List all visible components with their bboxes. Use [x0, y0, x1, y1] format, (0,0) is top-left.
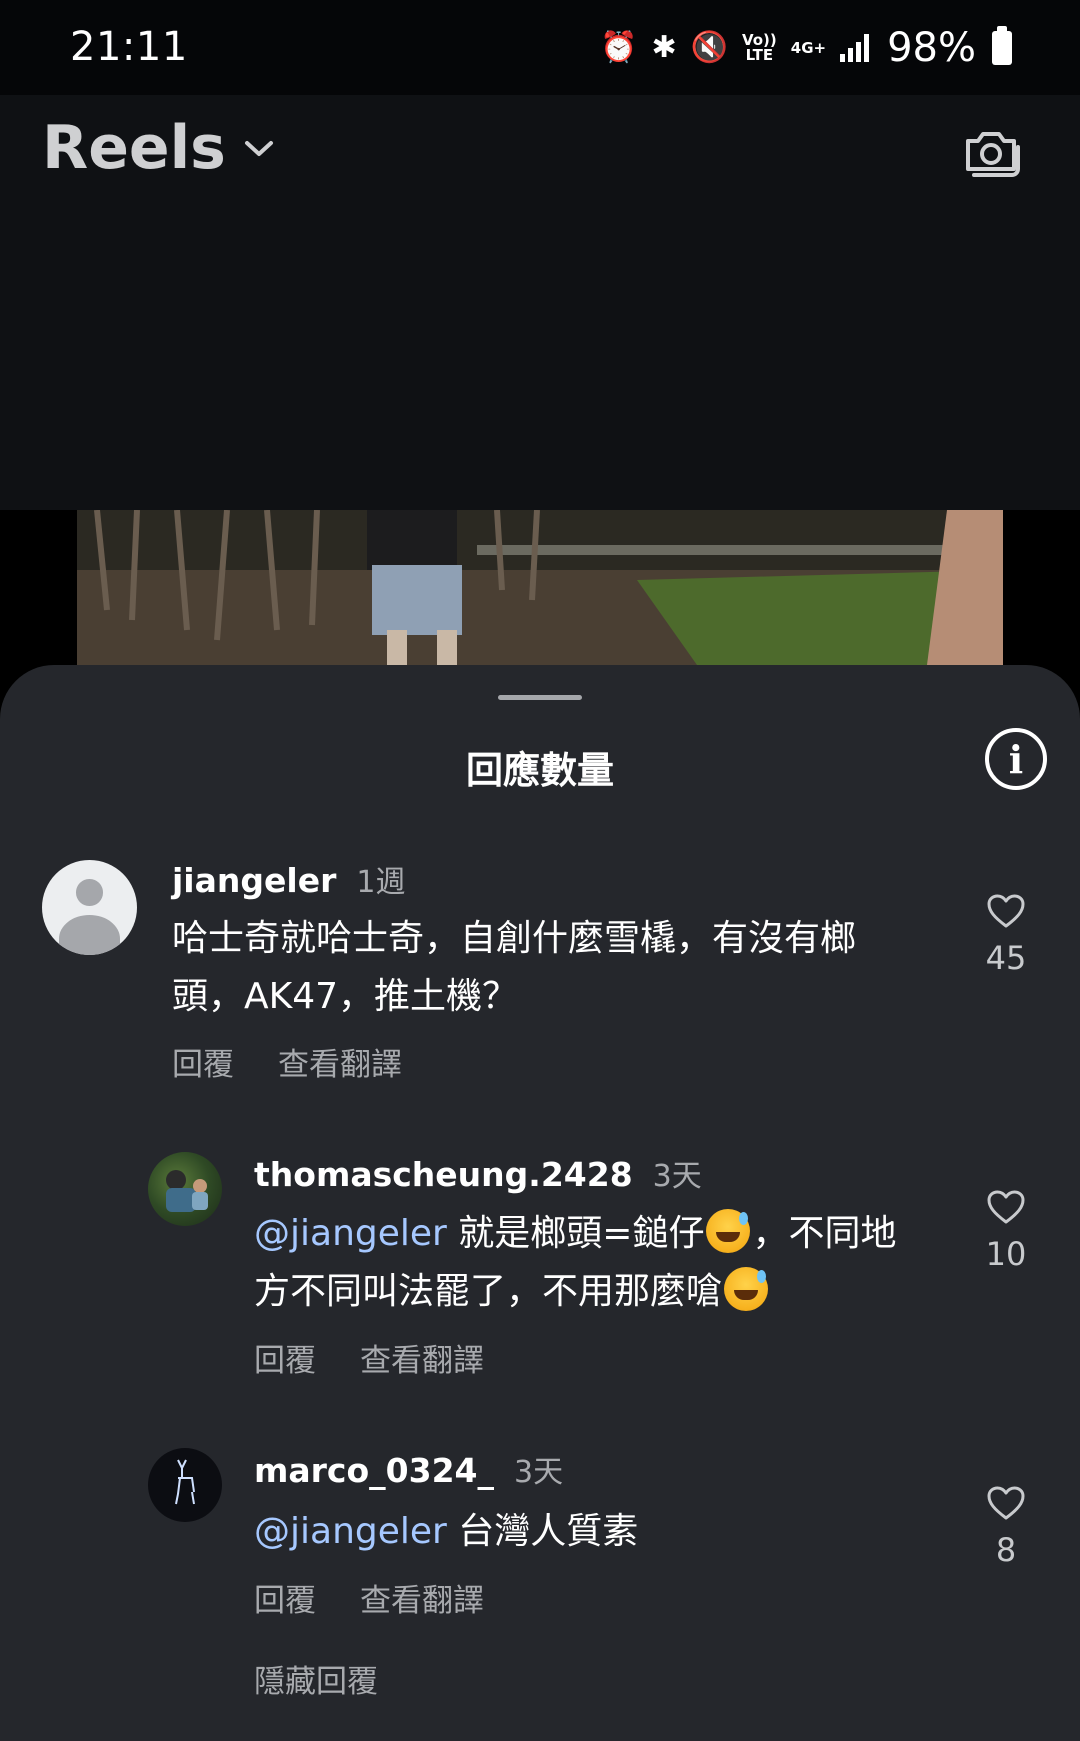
- chevron-down-icon: [244, 129, 274, 167]
- like-count: 45: [985, 939, 1027, 977]
- comment-meta: marco_0324_ 3天: [254, 1447, 563, 1491]
- comment-time: 1週: [356, 865, 406, 900]
- comment-text: @jiangeler 就是榔頭=鎚仔 ，不同地方不同叫法罷了，不用那麼嗆: [254, 1205, 914, 1321]
- comment-time: 3天: [652, 1159, 702, 1194]
- sheet-title: 回應數量: [466, 749, 614, 792]
- comments-sheet: 回應數量 i jiangeler 1週 哈士奇就哈士奇，自創什麼雪橇，有沒有榔頭…: [0, 665, 1080, 1741]
- like-count: 8: [995, 1531, 1017, 1569]
- alarm-icon: ⏰: [600, 30, 638, 65]
- video-scene: [77, 510, 1003, 665]
- info-icon[interactable]: i: [985, 728, 1047, 790]
- reply-button[interactable]: 回覆: [254, 1335, 316, 1380]
- avatar[interactable]: [148, 1448, 222, 1522]
- hide-replies-button[interactable]: 隱藏回覆: [254, 1656, 378, 1701]
- bluetooth-icon: ✱: [651, 30, 677, 65]
- see-translation-button[interactable]: 查看翻譯: [360, 1575, 484, 1620]
- video-preview[interactable]: [0, 510, 1080, 665]
- sweat-smile-emoji: [706, 1209, 751, 1253]
- see-translation-button[interactable]: 查看翻譯: [278, 1039, 402, 1084]
- reply-button[interactable]: 回覆: [172, 1039, 234, 1084]
- comment-meta: thomascheung.2428 3天: [254, 1151, 702, 1195]
- reels-header: Reels: [0, 95, 1080, 510]
- reels-title: Reels: [42, 113, 226, 183]
- heart-icon: [987, 1486, 1025, 1520]
- comment-username[interactable]: marco_0324_: [254, 1451, 494, 1490]
- comment-actions: 回覆 查看翻譯: [172, 1039, 402, 1084]
- comment-actions: 回覆 查看翻譯: [254, 1575, 484, 1620]
- status-icons: ⏰ ✱ 🔇 Vo)) LTE 4G+ 98%: [600, 24, 1012, 72]
- comment-actions: 回覆 查看翻譯: [254, 1335, 484, 1380]
- status-bar: 21:11 ⏰ ✱ 🔇 Vo)) LTE 4G+ 98%: [0, 0, 1080, 95]
- mute-icon: 🔇: [690, 30, 728, 65]
- sheet-drag-handle[interactable]: [498, 695, 582, 700]
- avatar[interactable]: [42, 860, 137, 955]
- comment-username[interactable]: jiangeler: [172, 861, 336, 900]
- like-button[interactable]: 10: [976, 1189, 1036, 1273]
- signal-icon: [840, 34, 870, 62]
- volte-icon: Vo)) LTE: [741, 31, 777, 64]
- comment-time: 3天: [514, 1455, 564, 1490]
- network-type-icon: 4G+: [790, 38, 827, 57]
- battery-percent: 98%: [887, 25, 976, 71]
- reply-button[interactable]: 回覆: [254, 1575, 316, 1620]
- comment-text: 哈士奇就哈士奇，自創什麼雪橇，有沒有榔頭，AK47，推土機？: [172, 918, 857, 1017]
- comment-username[interactable]: thomascheung.2428: [254, 1155, 633, 1194]
- reels-title-dropdown[interactable]: Reels: [42, 113, 274, 183]
- mention-link[interactable]: @jiangeler: [254, 1213, 447, 1254]
- heart-icon: [987, 894, 1025, 928]
- like-button[interactable]: 8: [976, 1485, 1036, 1569]
- mention-link[interactable]: @jiangeler: [254, 1511, 447, 1552]
- camera-icon[interactable]: [960, 121, 1022, 183]
- heart-icon: [987, 1190, 1025, 1224]
- avatar[interactable]: [148, 1152, 222, 1226]
- comment-text: @jiangeler 台灣人質素: [254, 1511, 639, 1552]
- video-frame: [77, 510, 1003, 665]
- see-translation-button[interactable]: 查看翻譯: [360, 1335, 484, 1380]
- like-count: 10: [985, 1235, 1027, 1273]
- like-button[interactable]: 45: [976, 893, 1036, 977]
- status-time: 21:11: [70, 24, 188, 70]
- battery-icon: [992, 26, 1012, 65]
- comment-meta: jiangeler 1週: [172, 857, 405, 901]
- sweat-smile-emoji: [724, 1267, 769, 1311]
